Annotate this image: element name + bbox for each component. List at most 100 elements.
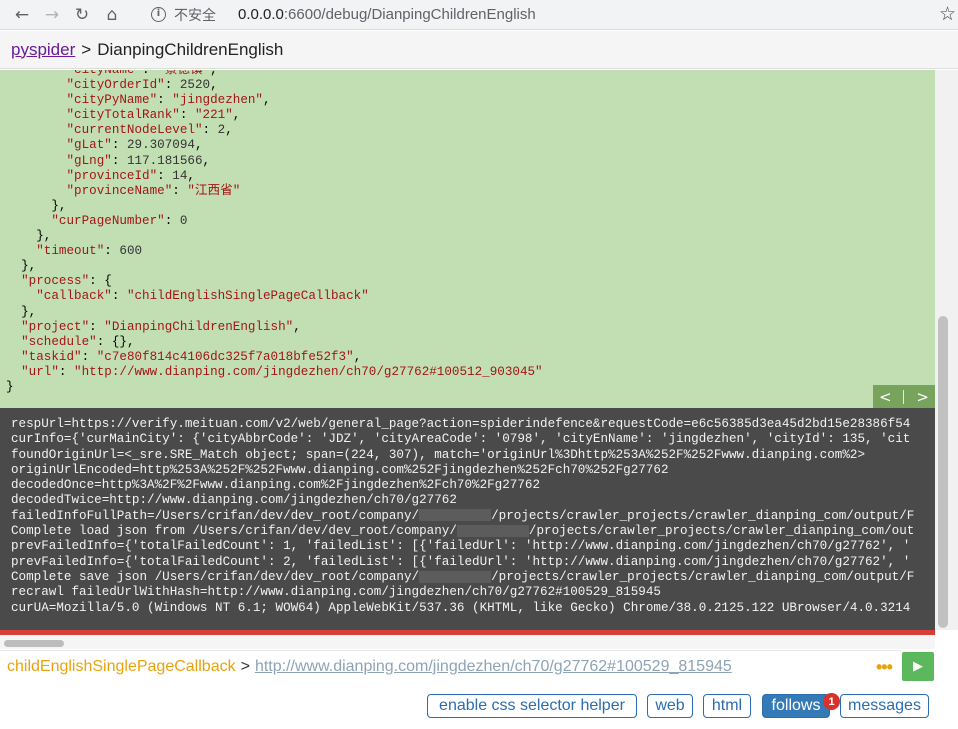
follows-count-badge: 1 [823, 693, 840, 710]
json-value: "景德镇" [157, 70, 211, 77]
log-line: failedInfoFullPath=/Users/crifan/dev/dev… [11, 508, 915, 523]
task-json-line: "cityName": "景德镇", [6, 70, 935, 78]
home-icon[interactable]: ⌂ [97, 0, 127, 30]
task-json-line: "cityOrderId": 2520, [66, 78, 218, 93]
json-value: "c7e80f814c4106dc325f7a018bfe52f3" [96, 349, 354, 364]
app-header: pyspider > DianpingChildrenEnglish [0, 31, 958, 69]
task-json-line: "url": "http://www.dianping.com/jingdezh… [21, 364, 543, 379]
log-line: decodedTwice=http://www.dianping.com/jin… [11, 493, 457, 508]
task-json-panel[interactable]: "cityName": "景德镇", "cityOrderId": 2520, … [0, 70, 935, 408]
json-key: "gLat" [66, 138, 112, 153]
back-arrow-icon[interactable]: ← [7, 0, 37, 30]
json-value: }, [21, 304, 37, 319]
task-json-line: "taskid": "c7e80f814c4106dc325f7a018bfe5… [21, 349, 362, 364]
json-key: "schedule" [21, 334, 97, 349]
json-value: "221" [194, 108, 233, 123]
task-json-line: "gLng": 117.181566, [66, 153, 211, 168]
json-key: "cityOrderId" [66, 78, 165, 93]
log-line: originUrlEncoded=http%253A%252F%252Fwww.… [11, 462, 669, 477]
json-key: "callback" [36, 289, 112, 304]
pager-next-button[interactable]: > [916, 388, 929, 406]
json-value: "DianpingChildrenEnglish" [104, 319, 294, 334]
bottom-toolbar: enable css selector helper web html foll… [0, 683, 958, 729]
json-value: "jingdezhen" [172, 93, 263, 108]
task-json-line: "cityTotalRank": "221", [66, 108, 241, 123]
json-value: "江西省" [187, 183, 241, 198]
follows-tab-button[interactable]: follows [762, 694, 830, 718]
task-json-line: }, [6, 259, 935, 274]
log-line: Complete load json from /Users/crifan/de… [11, 524, 915, 539]
task-json-line: "gLat": 29.307094, [66, 138, 203, 153]
log-line: curInfo={'curMainCity': {'cityAbbrCode':… [11, 432, 911, 447]
task-json-line: "provinceName": "江西省" [66, 183, 241, 198]
web-tab-button[interactable]: web [647, 694, 693, 718]
task-json-line: }, [6, 199, 935, 214]
bookmark-star-icon[interactable]: ☆ [939, 3, 956, 25]
task-json-line: "timeout": 600 [36, 244, 143, 259]
callback-name: childEnglishSinglePageCallback [7, 657, 236, 675]
redacted-text [419, 509, 492, 522]
pager-prev-button[interactable]: < [879, 388, 892, 406]
json-key: "gLng" [66, 153, 112, 168]
json-value: "childEnglishSinglePageCallback" [126, 289, 369, 304]
json-value: { [104, 274, 112, 289]
task-json-code: "cityName": "景德镇", "cityOrderId": 2520, … [0, 70, 935, 395]
play-icon[interactable]: ▶ [902, 652, 934, 681]
html-tab-button[interactable]: html [703, 694, 751, 718]
task-json-line: "project": "DianpingChildrenEnglish", [21, 319, 301, 334]
log-line: foundOriginUrl=<_sre.SRE_Match object; s… [11, 447, 865, 462]
task-json-line: "provinceId": 14, [66, 168, 195, 183]
log-line: Complete save json /Users/crifan/dev/dev… [11, 569, 915, 584]
log-line: prevFailedInfo={'totalFailedCount': 2, '… [11, 554, 911, 569]
json-value: 117.181566 [126, 153, 203, 168]
json-key: "project" [21, 319, 90, 334]
breadcrumb-separator: > [81, 39, 92, 59]
url-host: 0.0.0.0 [238, 6, 284, 23]
css-selector-helper-button[interactable]: enable css selector helper [427, 694, 637, 718]
pyspider-home-link[interactable]: pyspider [11, 40, 75, 60]
json-value: 14 [172, 168, 188, 183]
json-value: }, [51, 198, 67, 213]
json-key: "provinceName" [66, 183, 173, 198]
forward-arrow-icon[interactable]: → [37, 0, 67, 30]
vertical-scrollbar-thumb[interactable] [938, 316, 948, 628]
task-json-line: "curPageNumber": 0 [51, 213, 188, 228]
json-key: "url" [21, 364, 59, 379]
log-line: respUrl=https://verify.meituan.com/v2/we… [11, 417, 911, 431]
task-pager: < > [873, 385, 935, 408]
json-value: 2 [217, 123, 226, 138]
url-path: :6600/debug/DianpingChildrenEnglish [283, 6, 536, 23]
task-json-line: } [6, 380, 935, 395]
json-key: "process" [21, 274, 90, 289]
json-key: "cityName" [66, 70, 143, 77]
follow-breadcrumb: childEnglishSinglePageCallback > http://… [0, 650, 900, 682]
json-key: "curPageNumber" [51, 213, 165, 228]
task-json-line: "cityPyName": "jingdezhen", [66, 93, 271, 108]
insecure-label: 不安全 [174, 6, 216, 23]
crumb-url-link[interactable]: http://www.dianping.com/jingdezhen/ch70/… [255, 658, 732, 676]
redacted-text [456, 524, 529, 537]
info-icon[interactable]: i [151, 7, 166, 22]
more-options-icon[interactable]: ••• [876, 657, 893, 678]
task-json-line: }, [6, 305, 935, 320]
json-value: } [6, 379, 14, 394]
json-value: 29.307094 [126, 138, 195, 153]
pager-divider [903, 389, 905, 404]
reload-icon[interactable]: ↻ [67, 0, 97, 30]
log-line: recrawl failedUrlWithHash=http://www.dia… [11, 585, 661, 600]
horizontal-scrollbar-thumb[interactable] [4, 640, 64, 647]
log-panel[interactable]: respUrl=https://verify.meituan.com/v2/we… [0, 408, 935, 630]
json-key: "provinceId" [66, 168, 158, 183]
json-value: 0 [179, 213, 188, 228]
horizontal-scrollbar-track[interactable] [0, 635, 935, 649]
task-json-line: "callback": "childEnglishSinglePageCallb… [36, 289, 369, 304]
json-value: 2520 [179, 78, 211, 93]
log-line: curUA=Mozilla/5.0 (Windows NT 6.1; WOW64… [11, 600, 911, 615]
redacted-text [419, 570, 492, 583]
messages-tab-button[interactable]: messages [840, 694, 929, 718]
log-line: prevFailedInfo={'totalFailedCount': 1, '… [11, 539, 911, 554]
json-key: "currentNodeLevel" [66, 123, 203, 138]
json-value: {} [111, 334, 127, 349]
json-value: "http://www.dianping.com/jingdezhen/ch70… [74, 364, 543, 379]
address-bar[interactable]: i 不安全 0.0.0.0:6600/debug/DianpingChildre… [151, 0, 536, 30]
